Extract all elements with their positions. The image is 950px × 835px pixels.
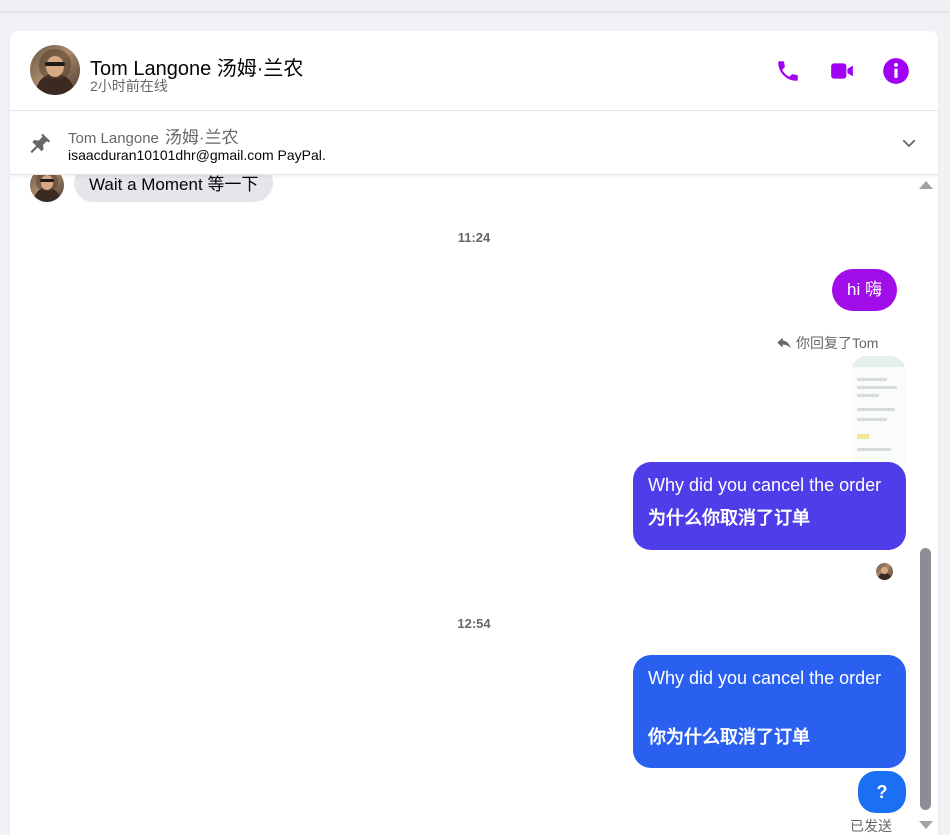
reply-label: 你回复了Tom	[776, 333, 878, 353]
scroll-up-arrow[interactable]	[919, 181, 933, 189]
timestamp: 12:54	[457, 616, 491, 631]
info-button[interactable]	[882, 57, 910, 85]
info-icon	[883, 58, 909, 84]
pinned-sender-en: Tom Langone	[68, 130, 159, 147]
scroll-down-arrow[interactable]	[919, 821, 933, 829]
video-camera-icon	[831, 63, 853, 79]
incoming-avatar	[30, 175, 64, 202]
pin-icon	[30, 133, 51, 154]
contact-status: 2小时前在线	[90, 78, 168, 94]
pinned-sender-zh: 汤姆·兰农	[164, 128, 239, 147]
reply-icon	[777, 337, 791, 349]
message-text-zh: 为什么你取消了订单	[648, 508, 810, 528]
outgoing-message-bubble[interactable]: hi 嗨	[832, 269, 897, 311]
message-text-en: Why did you cancel the order	[648, 668, 882, 688]
incoming-message-bubble[interactable]: Wait a Moment 等一下	[74, 175, 274, 202]
message-text-zh: 你为什么取消了订单	[648, 727, 810, 747]
message-scrollbar[interactable]	[916, 175, 936, 835]
timestamp: 11:24	[457, 230, 491, 245]
pinned-message-text: isaacduran10101dhr@gmail.com PayPal.	[68, 147, 326, 163]
sent-status: 已发送	[850, 818, 892, 834]
seen-avatar	[876, 563, 893, 580]
message-list[interactable]: Wait a Moment 等一下 11:24 hi 嗨 你回复了Tom Why…	[10, 175, 938, 835]
outgoing-message-bubble[interactable]: Why did you cancel the order 你为什么取消了订单	[633, 655, 906, 768]
scrollbar-thumb[interactable]	[920, 548, 931, 810]
outgoing-message-bubble[interactable]: Why did you cancel the order 为什么你取消了订单	[633, 462, 906, 550]
pinned-sender: Tom Langone 汤姆·兰农	[68, 123, 239, 148]
chat-header: Tom Langone 汤姆·兰农 2小时前在线	[10, 31, 938, 111]
call-button[interactable]	[774, 57, 802, 85]
replied-image-thumbnail[interactable]	[851, 356, 906, 466]
contact-avatar[interactable]	[30, 45, 80, 95]
message-text-en: Why did you cancel the order	[648, 475, 882, 495]
phone-icon	[778, 61, 798, 81]
chat-panel: Tom Langone 汤姆·兰农 2小时前在线 Tom Langone 汤姆·…	[10, 31, 938, 835]
pinned-message-bar[interactable]: Tom Langone 汤姆·兰农 isaacduran10101dhr@gmai…	[10, 112, 938, 175]
outgoing-message-bubble[interactable]: ?	[858, 771, 906, 813]
chevron-down-icon[interactable]	[900, 134, 918, 152]
top-strip	[0, 0, 950, 12]
video-call-button[interactable]	[828, 57, 856, 85]
reply-label-text: 你回复了Tom	[796, 335, 879, 351]
